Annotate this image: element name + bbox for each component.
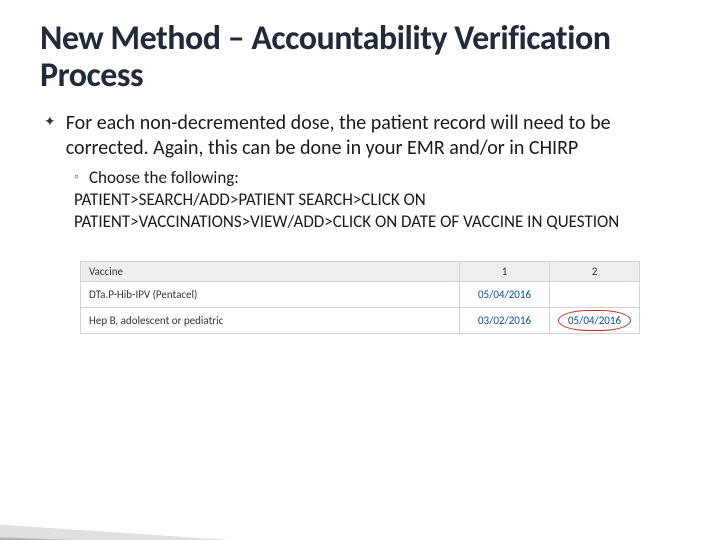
col-header-2: 2 [550,262,640,282]
slide: New Method – Accountability Verification… [0,0,720,540]
col-header-1: 1 [460,262,550,282]
bullet-icon: ✦ [44,111,56,133]
vaccine-name: DTa.P-Hib-IPV (Pentacel) [81,282,460,308]
dose-date-link[interactable]: 05/04/2016 [550,308,640,334]
vaccine-table-head: Vaccine 1 2 [81,262,640,282]
table-row: DTa.P-Hib-IPV (Pentacel) 05/04/2016 [81,282,640,308]
col-header-vaccine: Vaccine [81,262,460,282]
vaccine-table-body: DTa.P-Hib-IPV (Pentacel) 05/04/2016 Hep … [81,282,640,334]
slide-title: New Method – Accountability Verification… [40,20,680,95]
navigation-path-text: PATIENT>SEARCH/ADD>PATIENT SEARCH>CLICK … [74,189,680,233]
dose-date-link[interactable] [550,282,640,308]
sub-bullet-text: Choose the following: [89,167,239,189]
bullet-text: For each non-decremented dose, the patie… [66,111,680,161]
sub-bullet-icon: ◦ [74,167,79,187]
decorative-accent [0,490,270,540]
bullet-item: ✦ For each non-decremented dose, the pat… [44,111,680,161]
vaccine-table-container: Vaccine 1 2 DTa.P-Hib-IPV (Pentacel) 05/… [80,261,640,334]
dose-date-link[interactable]: 05/04/2016 [460,282,550,308]
vaccine-name: Hep B, adolescent or pediatric [81,308,460,334]
table-row: Hep B, adolescent or pediatric 03/02/201… [81,308,640,334]
vaccine-table: Vaccine 1 2 DTa.P-Hib-IPV (Pentacel) 05/… [80,261,640,334]
slide-body: ✦ For each non-decremented dose, the pat… [44,111,680,233]
dose-date-link[interactable]: 03/02/2016 [460,308,550,334]
sub-bullet-item: ◦ Choose the following: [74,167,680,189]
